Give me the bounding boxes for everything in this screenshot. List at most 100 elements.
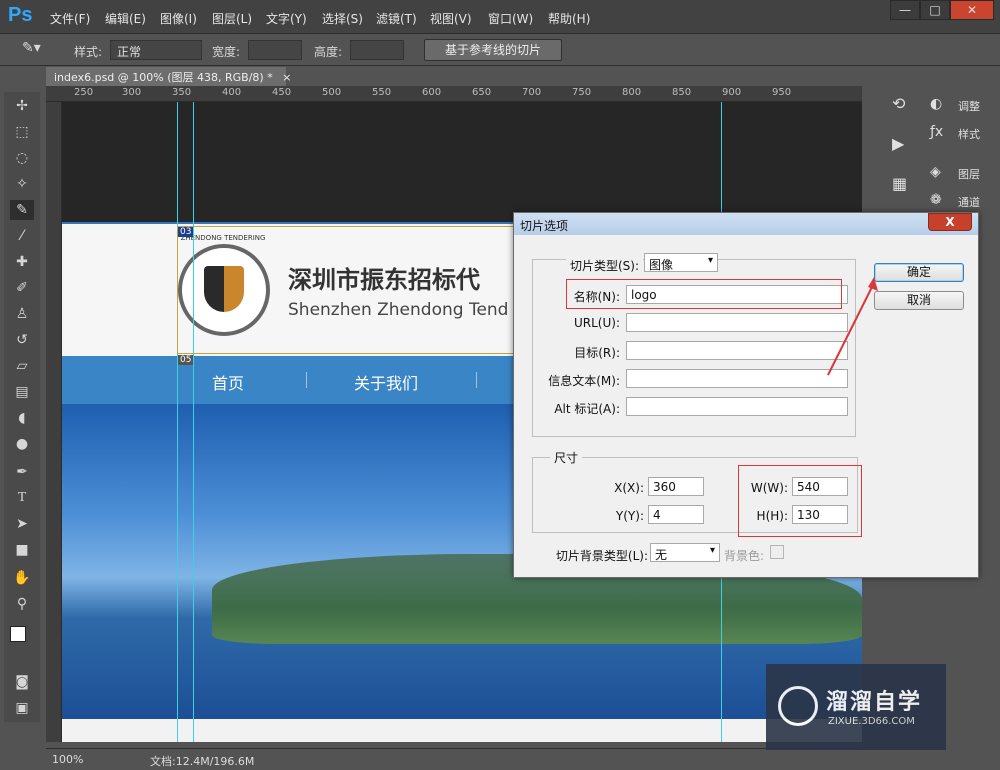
close-window-button[interactable]: ✕	[950, 0, 994, 20]
move-tool-icon[interactable]: ✢	[10, 96, 34, 116]
path-select-icon[interactable]: ➤	[10, 514, 34, 534]
ruler-tick: 950	[772, 87, 792, 98]
magic-wand-icon[interactable]: ✧	[10, 174, 34, 194]
slice-selection-box[interactable]: 03 05	[177, 226, 567, 365]
guide-line[interactable]	[193, 102, 194, 742]
menu-filter[interactable]: 滤镜(T)	[376, 10, 417, 27]
size-highlight-box	[738, 465, 862, 537]
panel-layers[interactable]: 图层	[958, 166, 980, 182]
document-tab[interactable]: index6.psd @ 100% (图层 438, RGB/8) * ×	[46, 67, 291, 86]
lasso-tool-icon[interactable]: ◌	[10, 148, 34, 168]
dimensions-legend: 尺寸	[550, 449, 583, 466]
menu-edit[interactable]: 编辑(E)	[105, 10, 146, 27]
x-input[interactable]: 360	[648, 477, 704, 496]
ruler-tick: 300	[122, 87, 142, 98]
width-input[interactable]	[248, 40, 302, 60]
slices-from-guides-button[interactable]: 基于参考线的切片	[424, 39, 562, 61]
styles-icon[interactable]: ƒx	[930, 124, 943, 140]
message-text-label: 信息文本(M):	[548, 374, 620, 388]
zoom-tool-icon[interactable]: ⚲	[10, 594, 34, 614]
close-tab-icon[interactable]: ×	[282, 71, 291, 84]
screen-mode-icon[interactable]: ▣	[10, 698, 34, 718]
annotation-arrow-icon	[827, 277, 878, 376]
dialog-close-button[interactable]: X	[928, 213, 972, 231]
brush-tool-icon[interactable]: ✐	[10, 278, 34, 298]
info-panel-icon[interactable]: ▦	[892, 174, 907, 193]
menu-bar: Ps 文件(F) 编辑(E) 图像(I) 图层(L) 文字(Y) 选择(S) 滤…	[0, 0, 1000, 34]
eyedropper-icon[interactable]: ⁄	[10, 226, 34, 246]
play-icon	[778, 686, 818, 726]
menu-type[interactable]: 文字(Y)	[266, 10, 307, 27]
menu-image[interactable]: 图像(I)	[160, 10, 197, 27]
guide-line[interactable]	[177, 102, 178, 742]
menu-window[interactable]: 窗口(W)	[488, 10, 533, 27]
photoshop-logo: Ps	[8, 4, 33, 26]
healing-brush-icon[interactable]: ✚	[10, 252, 34, 272]
document-tab-title: index6.psd @ 100% (图层 438, RGB/8) *	[54, 71, 273, 84]
bg-color-swatch[interactable]	[770, 545, 784, 559]
menu-help[interactable]: 帮助(H)	[548, 10, 590, 27]
panel-channels[interactable]: 通道	[958, 194, 980, 210]
alt-tag-input[interactable]	[626, 397, 848, 416]
ruler-tick: 500	[322, 87, 342, 98]
nav-item-about: 关于我们	[354, 374, 419, 393]
ruler-tick: 550	[372, 87, 392, 98]
height-input[interactable]	[350, 40, 404, 60]
slice-options-dialog: 切片选项 X 切片类型(S): 图像 名称(N): logo URL(U): 目…	[513, 212, 979, 578]
ruler-tick: 850	[672, 87, 692, 98]
blur-tool-icon[interactable]: ◖	[10, 408, 34, 428]
minimize-button[interactable]: —	[890, 0, 920, 20]
quick-mask-icon[interactable]: ◙	[10, 672, 34, 692]
ok-button[interactable]: 确定	[874, 263, 964, 282]
eraser-icon[interactable]: ▱	[10, 356, 34, 376]
slice-type-select[interactable]: 图像	[644, 253, 718, 272]
shape-tool-icon[interactable]: ■	[10, 540, 34, 560]
marquee-tool-icon[interactable]: ⬚	[10, 122, 34, 142]
history-brush-icon[interactable]: ↺	[10, 330, 34, 350]
watermark-url: ZIXUE.3D66.COM	[828, 716, 915, 727]
history-panel-icon[interactable]: ⟲	[892, 94, 905, 113]
document-size[interactable]: 文档:12.4M/196.6M	[150, 753, 254, 769]
pen-tool-icon[interactable]: ✒	[10, 462, 34, 482]
ruler-tick: 800	[622, 87, 642, 98]
target-label: 目标(R):	[574, 346, 620, 360]
slice-tool-icon[interactable]: ✎▾	[22, 40, 41, 56]
bg-type-value: 无	[655, 548, 668, 562]
ruler-tick: 650	[472, 87, 492, 98]
type-tool-icon[interactable]: T	[10, 488, 34, 508]
maximize-button[interactable]: □	[920, 0, 950, 20]
menu-view[interactable]: 视图(V)	[430, 10, 472, 27]
slice-type-label: 切片类型(S):	[566, 257, 644, 274]
tools-panel: ✢ ⬚ ◌ ✧ ✎ ⁄ ✚ ✐ ♙ ↺ ▱ ▤ ◖ ● ✒ T ➤ ■ ✋ ⚲ …	[4, 92, 40, 722]
slice-number-badge: 05	[178, 355, 194, 365]
hand-tool-icon[interactable]: ✋	[10, 568, 34, 588]
adjustments-icon[interactable]: ◐	[930, 96, 942, 112]
y-input[interactable]: 4	[648, 505, 704, 524]
slice-tool-icon[interactable]: ✎	[10, 200, 34, 220]
style-select[interactable]: 正常	[110, 40, 202, 60]
zoom-level[interactable]: 100%	[52, 753, 83, 766]
color-swatches-icon[interactable]	[8, 622, 36, 652]
ruler-tick: 700	[522, 87, 542, 98]
actions-panel-icon[interactable]: ▶	[892, 134, 904, 153]
layers-icon[interactable]: ◈	[930, 164, 941, 180]
ruler-tick: 350	[172, 87, 192, 98]
bg-type-select[interactable]: 无	[650, 543, 720, 562]
panel-styles[interactable]: 样式	[958, 126, 980, 142]
menu-layer[interactable]: 图层(L)	[212, 10, 252, 27]
x-label: X(X):	[614, 481, 644, 495]
stamp-tool-icon[interactable]: ♙	[10, 304, 34, 324]
menu-file[interactable]: 文件(F)	[50, 10, 90, 27]
dodge-tool-icon[interactable]: ●	[10, 434, 34, 454]
ruler-tick: 450	[272, 87, 292, 98]
gradient-tool-icon[interactable]: ▤	[10, 382, 34, 402]
dialog-title-bar[interactable]: 切片选项 X	[514, 213, 978, 235]
channels-icon[interactable]: ❁	[930, 192, 942, 208]
horizontal-ruler: 250 300 350 400 450 500 550 600 650 700 …	[46, 86, 862, 102]
panel-adjustments[interactable]: 调整	[958, 98, 980, 114]
watermark: 溜溜自学 ZIXUE.3D66.COM	[766, 664, 946, 750]
y-label: Y(Y):	[615, 509, 644, 523]
cancel-button[interactable]: 取消	[874, 291, 964, 310]
menu-select[interactable]: 选择(S)	[322, 10, 363, 27]
style-select-value: 正常	[117, 45, 142, 59]
